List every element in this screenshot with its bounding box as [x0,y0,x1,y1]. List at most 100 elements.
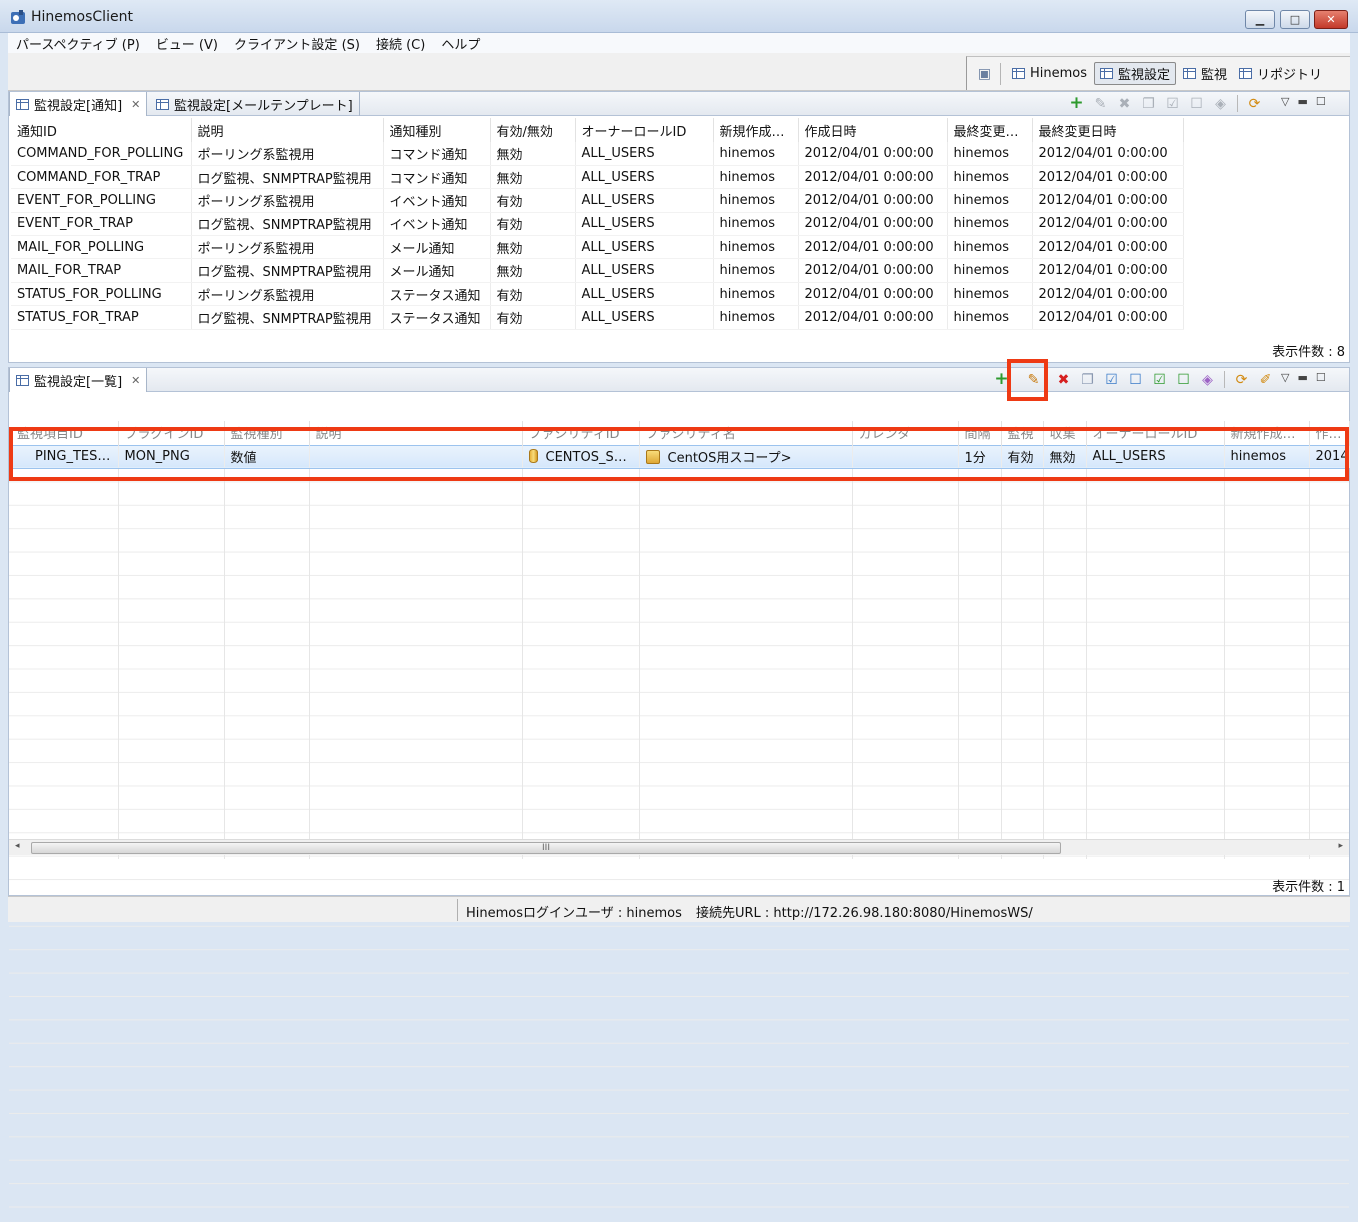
menu-view[interactable]: ビュー (V) [148,34,226,53]
perspective-label: 監視設定 [1118,68,1171,83]
column-header[interactable]: 説明 [191,118,384,142]
table-row[interactable]: MAIL_FOR_TRAP ログ監視、SNMPTRAP監視用 メール通知 無効 ALL_… [11,258,1184,283]
column-header[interactable]: 有効/無効 [490,118,576,142]
delete-icon[interactable]: ✖ [1115,94,1134,113]
column-header[interactable]: 作成日時 [798,118,948,142]
perspective-label: リポジトリ [1257,68,1323,83]
maximize-view-icon[interactable]: ☐ [1316,95,1326,108]
table-cell: hinemos [947,212,1033,237]
table-cell: メール通知 [383,235,491,260]
table-cell: ポーリング系監視用 [191,142,384,166]
view-controls: ▽ ▬ ☐ [1281,95,1326,108]
open-perspective-icon[interactable]: ▣ [975,64,994,83]
close-tab-icon[interactable]: ✕ [131,374,140,387]
eraser-icon[interactable]: ◈ [1211,94,1230,113]
perspective-switcher: ▣ Hinemos 監視設定 監視 リポジトリ [966,56,1350,90]
table-cell: 2012/04/01 0:00:00 [1032,235,1184,260]
table-cell: 2012/04/01 0:00:00 [1032,212,1184,237]
plus-icon[interactable]: + [1067,94,1086,113]
table-cell: ステータス通知 [383,305,491,330]
copy-icon[interactable]: ❐ [1078,370,1097,389]
column-line [118,422,119,859]
app-icon [11,10,25,24]
filter-icon[interactable]: ✐ [1256,370,1275,389]
tab-notification[interactable]: 監視設定[通知] ✕ [9,92,148,116]
scroll-thumb[interactable]: III [31,842,1061,854]
table-cell: COMMAND_FOR_TRAP [11,165,192,190]
perspective-label: Hinemos [1030,66,1088,81]
view-menu-icon[interactable]: ▽ [1281,95,1289,108]
table-icon [1012,68,1025,79]
refresh-icon[interactable]: ⟳ [1232,370,1251,389]
scroll-right-icon[interactable]: ▸ [1338,841,1343,851]
tab-mail-template[interactable]: 監視設定[メールテンプレート] [150,92,360,116]
table-icon [16,374,29,386]
scroll-left-icon[interactable]: ◂ [15,841,20,851]
close-tab-icon[interactable]: ✕ [131,98,140,111]
eraser-icon[interactable]: ◈ [1198,370,1217,389]
table-cell: イベント通知 [383,212,491,237]
table-cell: 2012/04/01 0:00:00 [1032,305,1184,330]
view-menu-icon[interactable]: ▽ [1281,371,1289,384]
table-icon [1183,68,1197,79]
table-row[interactable]: MAIL_FOR_POLLING ポーリング系監視用 メール通知 無効 ALL_USER… [11,235,1184,260]
column-line [958,422,959,859]
table-cell: ALL_USERS [575,142,714,166]
table-cell: ポーリング系監視用 [191,282,384,307]
column-header[interactable]: オーナーロールID [575,118,714,142]
maximize-button[interactable]: □ [1280,10,1310,29]
column-header[interactable]: 通知種別 [383,118,491,142]
table-row[interactable]: EVENT_FOR_TRAP ログ監視、SNMPTRAP監視用 イベント通知 有効 AL… [11,212,1184,237]
menu-connect[interactable]: 接続 (C) [368,34,433,53]
table-row[interactable]: STATUS_FOR_POLLING ポーリング系監視用 ステータス通知 有効 ALL_… [11,282,1184,307]
check-icon[interactable]: ☑ [1102,370,1121,389]
check-icon[interactable]: ☑ [1163,94,1182,113]
perspective-monitor-settings[interactable]: 監視設定 [1094,62,1177,85]
table-cell: ALL_USERS [575,305,714,330]
column-header[interactable]: 最終変更日時 [1032,118,1184,142]
column-line [224,422,225,859]
table-row[interactable]: STATUS_FOR_TRAP ログ監視、SNMPTRAP監視用 ステータス通知 有効… [11,305,1184,330]
close-button[interactable]: ✕ [1314,10,1348,29]
table-cell: ALL_USERS [575,165,714,190]
perspective-monitor[interactable]: 監視 [1178,62,1232,85]
delete-icon[interactable]: ✖ [1054,370,1073,389]
table-cell: hinemos [947,165,1033,190]
monitor-tabbar: 監視設定[一覧] ✕ + ✎ ✖ ❐ ☑ ☐ ☑ ☐ ◈ ⟳ ✐ ▽ ▬ ☐ [9,368,1349,392]
table-cell: 有効 [490,305,576,330]
table-row[interactable]: COMMAND_FOR_POLLING ポーリング系監視用 コマンド通知 無効 ALL_… [11,142,1184,166]
table-icon [156,98,169,110]
table-cell: ログ監視、SNMPTRAP監視用 [191,165,384,190]
column-header[interactable]: 最終変更… [947,118,1033,142]
tab-label: 監視設定[一覧] [34,374,123,390]
table-cell: ALL_USERS [575,258,714,283]
uncheck-icon[interactable]: ☐ [1174,370,1193,389]
column-header[interactable]: 通知ID [11,118,192,142]
table-row[interactable]: COMMAND_FOR_TRAP ログ監視、SNMPTRAP監視用 コマンド通知 無効… [11,165,1184,190]
menu-perspective[interactable]: パースペクティブ (P) [8,34,148,53]
uncheck-icon[interactable]: ☐ [1187,94,1206,113]
table-cell: 無効 [490,165,576,190]
table-cell: hinemos [713,188,799,213]
minimize-button[interactable]: ▁ [1245,10,1275,29]
window-title: HinemosClient [31,9,133,25]
tab-monitor-list[interactable]: 監視設定[一覧] ✕ [9,368,148,392]
menu-client-settings[interactable]: クライアント設定 (S) [226,34,368,53]
perspective-repository[interactable]: リポジトリ [1234,62,1327,85]
minimize-view-icon[interactable]: ▬ [1297,95,1307,108]
check-icon[interactable]: ☑ [1150,370,1169,389]
pencil-icon[interactable]: ✎ [1091,94,1110,113]
table-row[interactable]: EVENT_FOR_POLLING ポーリング系監視用 イベント通知 有効 ALL_US… [11,188,1184,213]
menu-help[interactable]: ヘルプ [433,34,488,53]
copy-icon[interactable]: ❐ [1139,94,1158,113]
column-header[interactable]: 新規作成… [713,118,799,142]
table-cell: メール通知 [383,258,491,283]
perspective-hinemos[interactable]: Hinemos [1007,62,1092,85]
uncheck-icon[interactable]: ☐ [1126,370,1145,389]
minimize-view-icon[interactable]: ▬ [1297,371,1307,384]
table-cell: ALL_USERS [575,235,714,260]
table-cell: 2012/04/01 0:00:00 [798,282,948,307]
horizontal-scrollbar[interactable]: ◂ III ▸ [9,839,1349,855]
refresh-icon[interactable]: ⟳ [1245,94,1264,113]
maximize-view-icon[interactable]: ☐ [1316,371,1326,384]
